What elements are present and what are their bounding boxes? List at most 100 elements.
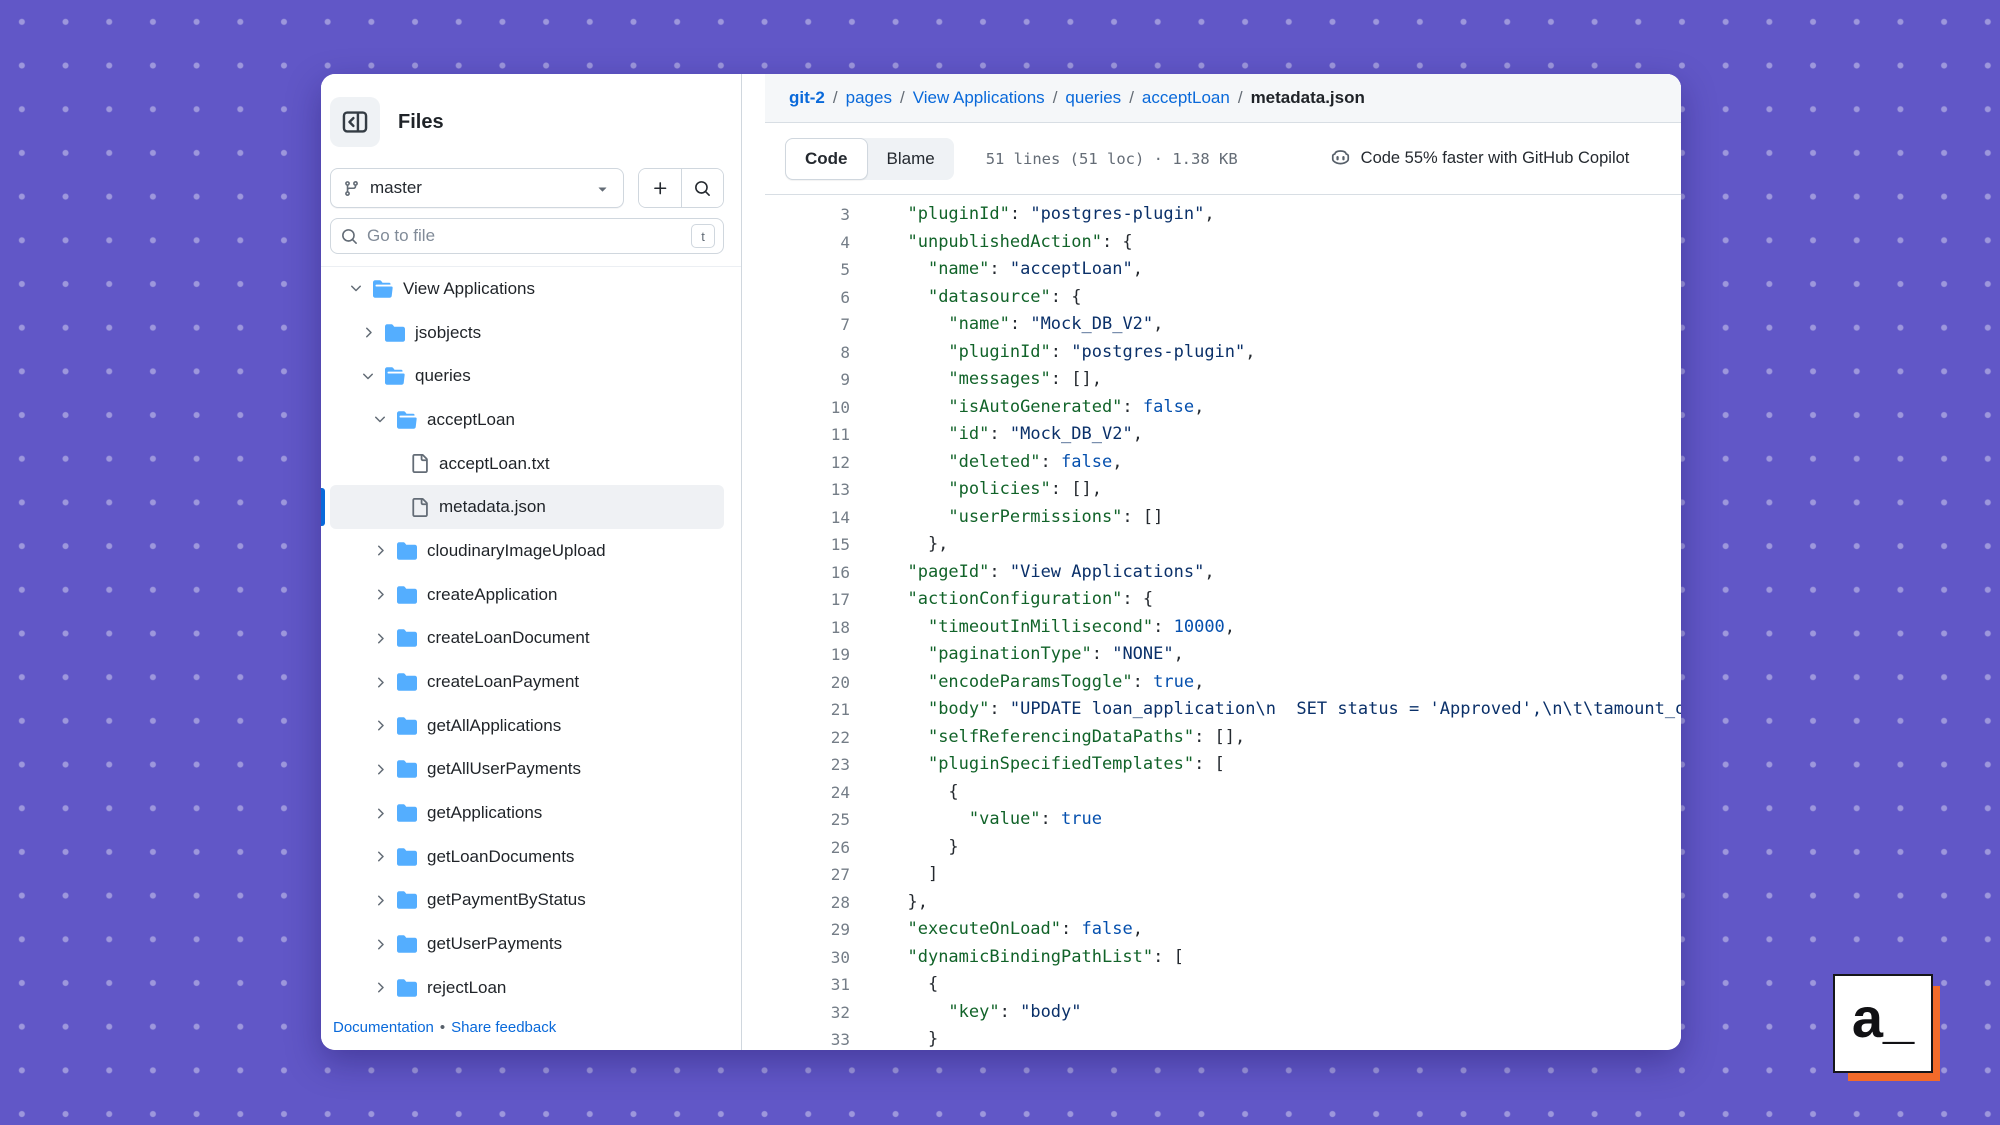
line-number[interactable]: 32 bbox=[765, 999, 850, 1027]
line-number[interactable]: 26 bbox=[765, 834, 850, 862]
tree-item-createloanpayment[interactable]: createLoanPayment bbox=[330, 660, 724, 704]
line-number[interactable]: 29 bbox=[765, 916, 850, 944]
line-number[interactable]: 20 bbox=[765, 669, 850, 697]
line-number[interactable]: 24 bbox=[765, 779, 850, 807]
line-number[interactable]: 33 bbox=[765, 1026, 850, 1050]
line-content: ] bbox=[887, 861, 938, 889]
chevron-right-icon[interactable] bbox=[360, 325, 376, 341]
tree-item-acceptloan[interactable]: acceptLoan bbox=[330, 398, 724, 442]
chevron-right-icon[interactable] bbox=[372, 543, 388, 559]
file-icon bbox=[409, 497, 429, 517]
chevron-right-icon[interactable] bbox=[372, 761, 388, 777]
line-number[interactable]: 13 bbox=[765, 476, 850, 504]
breadcrumb-item-view-applications[interactable]: View Applications bbox=[913, 88, 1045, 108]
code-line: 5 "name": "acceptLoan", bbox=[765, 256, 1681, 284]
chevron-right-icon[interactable] bbox=[372, 936, 388, 952]
tree-item-jsobjects[interactable]: jsobjects bbox=[330, 311, 724, 355]
chevron-right-icon[interactable] bbox=[372, 718, 388, 734]
line-number[interactable]: 11 bbox=[765, 421, 850, 449]
breadcrumb-item-acceptloan[interactable]: acceptLoan bbox=[1142, 88, 1230, 108]
collapse-sidebar-button[interactable] bbox=[330, 97, 380, 147]
line-content: "actionConfiguration": { bbox=[887, 586, 1153, 614]
line-number[interactable]: 15 bbox=[765, 531, 850, 559]
line-number[interactable]: 14 bbox=[765, 504, 850, 532]
folder-icon bbox=[397, 847, 417, 867]
tree-item-metadata.json[interactable]: metadata.json bbox=[330, 485, 724, 529]
line-number[interactable]: 17 bbox=[765, 586, 850, 614]
code-line: 31 { bbox=[765, 971, 1681, 999]
tree-item-createapplication[interactable]: createApplication bbox=[330, 573, 724, 617]
branch-selector[interactable]: master bbox=[330, 168, 624, 208]
line-number[interactable]: 8 bbox=[765, 339, 850, 367]
line-number[interactable]: 4 bbox=[765, 229, 850, 257]
chevron-right-icon[interactable] bbox=[372, 587, 388, 603]
search-tree-button[interactable] bbox=[681, 169, 723, 207]
line-number[interactable]: 22 bbox=[765, 724, 850, 752]
tree-item-label: getApplications bbox=[427, 803, 542, 823]
line-number[interactable]: 3 bbox=[765, 201, 850, 229]
chevron-right-icon[interactable] bbox=[372, 674, 388, 690]
logo-card: a_ bbox=[1833, 974, 1933, 1073]
chevron-down-icon[interactable] bbox=[372, 412, 388, 428]
tree-item-getallapplications[interactable]: getAllApplications bbox=[330, 704, 724, 748]
copilot-banner[interactable]: Code 55% faster with GitHub Copilot bbox=[1330, 148, 1630, 169]
chevron-right-icon[interactable] bbox=[372, 980, 388, 996]
chevron-right-icon[interactable] bbox=[372, 630, 388, 646]
line-number[interactable]: 10 bbox=[765, 394, 850, 422]
line-number[interactable]: 28 bbox=[765, 889, 850, 917]
chevron-down-icon[interactable] bbox=[360, 368, 376, 384]
line-number[interactable]: 25 bbox=[765, 806, 850, 834]
code-line: 4 "unpublishedAction": { bbox=[765, 229, 1681, 257]
add-file-button[interactable] bbox=[639, 169, 681, 207]
breadcrumb-item-git-2[interactable]: git-2 bbox=[789, 88, 825, 108]
line-number[interactable]: 18 bbox=[765, 614, 850, 642]
tab-blame[interactable]: Blame bbox=[868, 138, 954, 180]
line-number[interactable]: 23 bbox=[765, 751, 850, 779]
chevron-right-icon[interactable] bbox=[372, 892, 388, 908]
tree-item-acceptloan.txt[interactable]: acceptLoan.txt bbox=[330, 442, 724, 486]
code-line: 7 "name": "Mock_DB_V2", bbox=[765, 311, 1681, 339]
line-content: } bbox=[887, 1026, 938, 1050]
tree-item-getalluserpayments[interactable]: getAllUserPayments bbox=[330, 748, 724, 792]
line-number[interactable]: 31 bbox=[765, 971, 850, 999]
go-to-file-input[interactable]: Go to file t bbox=[330, 218, 724, 254]
line-content: "userPermissions": [] bbox=[887, 504, 1163, 532]
collapse-sidebar-icon bbox=[342, 109, 368, 135]
tree-item-getuserpayments[interactable]: getUserPayments bbox=[330, 922, 724, 966]
tree-item-rejectloan[interactable]: rejectLoan bbox=[330, 966, 724, 1010]
tree-item-label: getUserPayments bbox=[427, 934, 562, 954]
tree-item-getapplications[interactable]: getApplications bbox=[330, 791, 724, 835]
tree-item-view-applications[interactable]: View Applications bbox=[330, 267, 724, 311]
documentation-link[interactable]: Documentation bbox=[333, 1019, 434, 1036]
line-number[interactable]: 7 bbox=[765, 311, 850, 339]
share-feedback-link[interactable]: Share feedback bbox=[451, 1019, 556, 1036]
line-number[interactable]: 6 bbox=[765, 284, 850, 312]
line-number[interactable]: 12 bbox=[765, 449, 850, 477]
breadcrumb-item-pages[interactable]: pages bbox=[846, 88, 892, 108]
tree-item-getloandocuments[interactable]: getLoanDocuments bbox=[330, 835, 724, 879]
line-number[interactable]: 5 bbox=[765, 256, 850, 284]
tree-item-label: queries bbox=[415, 366, 471, 386]
line-number[interactable]: 9 bbox=[765, 366, 850, 394]
file-toolbar: CodeBlame 51 lines (51 loc) · 1.38 KB Co… bbox=[765, 123, 1681, 195]
line-number[interactable]: 21 bbox=[765, 696, 850, 724]
tree-item-createloandocument[interactable]: createLoanDocument bbox=[330, 617, 724, 661]
code-line: 10 "isAutoGenerated": false, bbox=[765, 394, 1681, 422]
chevron-down-icon[interactable] bbox=[348, 281, 364, 297]
folder-icon bbox=[397, 934, 417, 954]
logo-glyph: a_ bbox=[1852, 990, 1914, 1046]
breadcrumb-item-queries[interactable]: queries bbox=[1065, 88, 1121, 108]
line-number[interactable]: 16 bbox=[765, 559, 850, 587]
code-line: 12 "deleted": false, bbox=[765, 449, 1681, 477]
tree-item-getpaymentbystatus[interactable]: getPaymentByStatus bbox=[330, 879, 724, 923]
line-number[interactable]: 19 bbox=[765, 641, 850, 669]
code-line: 14 "userPermissions": [] bbox=[765, 504, 1681, 532]
tree-item-cloudinaryimageupload[interactable]: cloudinaryImageUpload bbox=[330, 529, 724, 573]
chevron-right-icon[interactable] bbox=[372, 805, 388, 821]
line-number[interactable]: 27 bbox=[765, 861, 850, 889]
tree-item-queries[interactable]: queries bbox=[330, 354, 724, 398]
chevron-right-icon[interactable] bbox=[372, 849, 388, 865]
folder-open-icon bbox=[397, 410, 417, 430]
line-number[interactable]: 30 bbox=[765, 944, 850, 972]
tab-code[interactable]: Code bbox=[785, 138, 868, 180]
